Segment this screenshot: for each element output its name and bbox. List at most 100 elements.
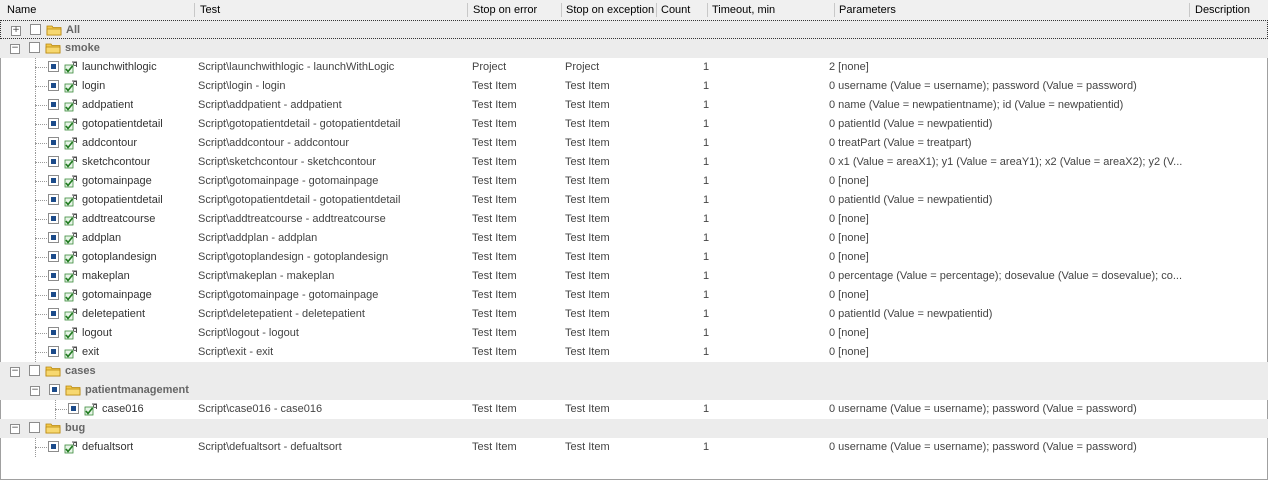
header-timeout[interactable]: Timeout, min [707,0,833,20]
tree-connector [35,153,36,172]
header-description[interactable]: Description [1190,0,1268,20]
test-item-row[interactable]: addcontour Script\addcontour - addcontour… [0,134,1268,153]
collapse-icon[interactable]: − [10,44,20,54]
item-stop-on-error: Test Item [472,270,517,282]
column-header: Name Test Stop on error Stop on exceptio… [0,0,1268,21]
item-name: gotopatientdetail [82,194,163,206]
group-checkbox[interactable] [29,365,40,376]
item-name: addcontour [82,137,138,149]
header-stop-on-exception[interactable]: Stop on exception [561,0,657,20]
test-item-row[interactable]: gotopatientdetail Script\gotopatientdetai… [0,191,1268,210]
tree-connector [35,115,36,134]
item-checkbox[interactable] [48,175,59,186]
test-item-row[interactable]: gotoplandesign Script\gotoplandesign - go… [0,248,1268,267]
item-checkbox[interactable] [68,403,79,414]
tree-connector [35,58,36,77]
tree-connector [35,276,47,277]
item-checkbox[interactable] [48,137,59,148]
collapse-icon[interactable]: − [10,367,20,377]
item-checkbox[interactable] [48,232,59,243]
test-item-row[interactable]: exit Script\exit - exit Test Item Test Item… [0,343,1268,362]
item-stop-on-exception: Test Item [565,308,610,320]
tree-connector [35,305,36,324]
item-stop-on-exception: Test Item [565,194,610,206]
item-checkbox[interactable] [48,327,59,338]
test-item-row[interactable]: addpatient Script\addpatient - addpatient… [0,96,1268,115]
item-name: addtreatcourse [82,213,156,225]
expand-icon[interactable]: + [11,26,21,36]
test-item-icon [64,193,78,207]
item-test: Script\exit - exit [198,346,274,358]
test-item-row[interactable]: launchwithlogic Script\launchwithlogic - … [0,58,1268,77]
item-checkbox[interactable] [48,99,59,110]
tree-connector [35,124,47,125]
item-stop-on-exception: Test Item [565,270,610,282]
test-item-icon [64,117,78,131]
header-test[interactable]: Test [195,0,465,20]
item-stop-on-exception: Test Item [565,251,610,263]
tree-connector [35,286,36,305]
item-checkbox[interactable] [48,270,59,281]
item-count: 1 [703,270,710,282]
test-item-row[interactable]: addplan Script\addplan - addplan Test Item… [0,229,1268,248]
test-item-row[interactable]: gotomainpage Script\gotomainpage - gotoma… [0,172,1268,191]
tree-connector [35,238,47,239]
test-item-row[interactable]: logout Script\logout - logout Test Item Tes… [0,324,1268,343]
item-checkbox[interactable] [48,289,59,300]
item-checkbox[interactable] [48,346,59,357]
test-item-row[interactable]: gotomainpage Script\gotomainpage - gotoma… [0,286,1268,305]
item-checkbox[interactable] [48,118,59,129]
test-item-row[interactable]: addtreatcourse Script\addtreatcourse - ad… [0,210,1268,229]
item-checkbox[interactable] [48,441,59,452]
collapse-icon[interactable]: − [30,386,40,396]
folder-icon [45,42,61,54]
test-item-row[interactable]: login Script\login - login Test Item Test I… [0,77,1268,96]
tree-connector [35,105,47,106]
test-item-row[interactable]: sketchcontour Script\sketchcontour - sket… [0,153,1268,172]
group-checkbox[interactable] [29,42,40,53]
test-item-icon [64,288,78,302]
test-item-icon [64,79,78,93]
tree-connector [35,352,47,353]
group-row-bug[interactable]: − bug [0,419,1268,438]
collapse-icon[interactable]: − [10,424,20,434]
tree-connector [55,400,56,419]
header-count[interactable]: Count [656,0,706,20]
item-parameters: 0 [none] [829,251,869,263]
item-checkbox[interactable] [48,156,59,167]
group-checkbox[interactable] [30,24,41,35]
item-name: gotopatientdetail [82,118,163,130]
item-count: 1 [703,308,710,320]
tree-connector [35,134,36,153]
tree-connector [35,77,36,96]
group-row-all[interactable]: + All [0,20,1268,39]
group-row-cases[interactable]: − cases [0,362,1268,381]
item-name: makeplan [82,270,130,282]
item-stop-on-error: Test Item [472,232,517,244]
test-item-row[interactable]: gotopatientdetail Script\gotopatientdetai… [0,115,1268,134]
item-stop-on-error: Test Item [472,441,517,453]
item-checkbox[interactable] [48,213,59,224]
item-checkbox[interactable] [48,61,59,72]
item-stop-on-error: Test Item [472,156,517,168]
test-item-row[interactable]: makeplan Script\makeplan - makeplan Test I… [0,267,1268,286]
item-checkbox[interactable] [48,251,59,262]
header-name[interactable]: Name [2,0,192,20]
group-checkbox[interactable] [49,384,60,395]
group-row-patientmanagement[interactable]: − patientmanagement [0,381,1268,400]
header-parameters[interactable]: Parameters [834,0,1184,20]
group-checkbox[interactable] [29,422,40,433]
item-count: 1 [703,99,710,111]
item-name: deletepatient [82,308,145,320]
test-item-row[interactable]: defualtsort Script\defualtsort - defualts… [0,438,1268,457]
item-parameters: 0 treatPart (Value = treatpart) [829,137,972,149]
header-stop-on-error[interactable]: Stop on error [468,0,560,20]
item-stop-on-exception: Test Item [565,346,610,358]
item-checkbox[interactable] [48,194,59,205]
item-checkbox[interactable] [48,80,59,91]
group-name: bug [65,422,86,434]
group-row-smoke[interactable]: − smoke [0,39,1268,58]
test-item-row[interactable]: deletepatient Script\deletepatient - dele… [0,305,1268,324]
item-checkbox[interactable] [48,308,59,319]
test-item-row[interactable]: case016 Script\case016 - case016 Test Item… [0,400,1268,419]
